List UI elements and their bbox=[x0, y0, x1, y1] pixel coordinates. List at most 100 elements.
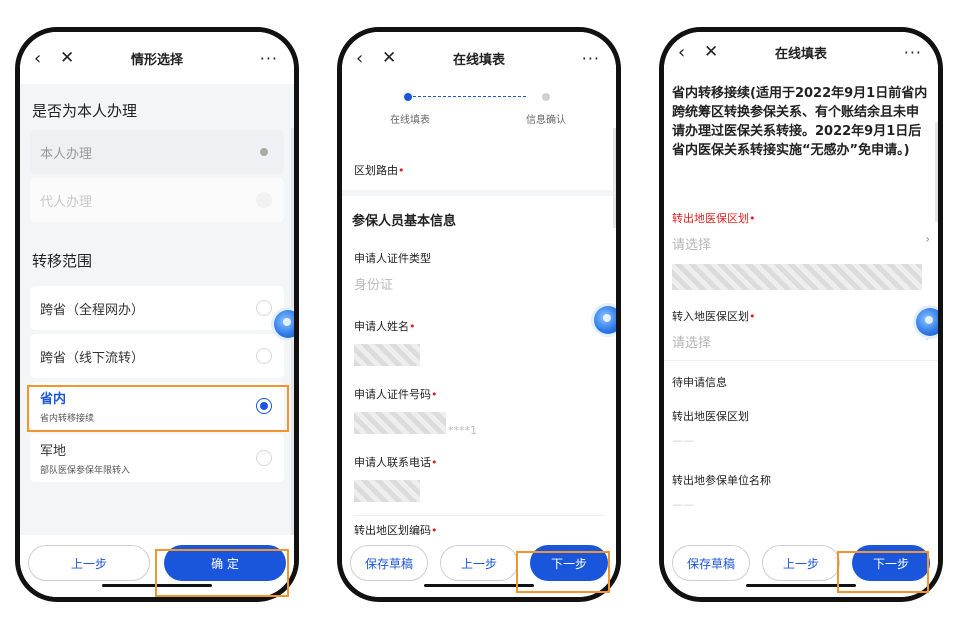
field-label: 申请人联系电话 bbox=[354, 456, 431, 469]
section-title-basic-info: 参保人员基本信息 bbox=[352, 214, 457, 229]
required-mark: • bbox=[431, 388, 438, 401]
radio-icon bbox=[256, 144, 272, 160]
phone-online-form-province: ‹ ✕ 在线填表 ··· 省内转移接续(适用于2022年9月1日前省内跨统筹区转… bbox=[659, 27, 943, 602]
section-title-self: 是否为本人办理 bbox=[32, 102, 138, 120]
pending-section-title: 待申请信息 bbox=[664, 360, 938, 396]
page-body: 省内转移接续(适用于2022年9月1日前省内跨统筹区转换参保关系、有个账结余且未… bbox=[664, 80, 938, 597]
field-label-wrap: 申请人姓名• bbox=[354, 312, 604, 334]
field-value: —— bbox=[672, 434, 694, 447]
option-self[interactable]: 本人办理 bbox=[30, 130, 284, 174]
field-label: 转出地医保区划 bbox=[672, 212, 749, 225]
required-mark: • bbox=[749, 310, 756, 323]
id-suffix: ****1 bbox=[448, 424, 477, 437]
phone-online-form: ‹ ✕ 在线填表 ··· 在线填表 信息确认 区划路由• 参保人员基本信息 申请… bbox=[337, 27, 621, 602]
notice-text: 省内转移接续(适用于2022年9月1日前省内跨统筹区转换参保关系、有个账结余且未… bbox=[672, 86, 928, 158]
field-label: 转出地医保区划 bbox=[672, 410, 749, 423]
more-icon[interactable]: ··· bbox=[904, 43, 922, 62]
step-connector bbox=[408, 96, 526, 97]
field-label: 申请人证件号码 bbox=[354, 388, 431, 401]
page-body: 在线填表 信息确认 区划路由• 参保人员基本信息 申请人证件类型 身份证 申请人… bbox=[342, 84, 616, 597]
scrollbar[interactable] bbox=[935, 122, 938, 222]
required-mark: • bbox=[431, 456, 438, 469]
field-value: —— bbox=[672, 498, 694, 511]
back-icon[interactable]: ‹ bbox=[678, 42, 700, 63]
field-label-wrap: 转出地医保区划• bbox=[672, 210, 930, 226]
option-label: 跨省（全程网办） bbox=[40, 302, 145, 318]
more-icon[interactable]: ··· bbox=[260, 49, 278, 68]
field-id-number[interactable]: 申请人证件号码• ****1 bbox=[342, 380, 616, 448]
option-label: 跨省（线下流转） bbox=[40, 350, 145, 366]
option-label: 代人办理 bbox=[40, 194, 93, 210]
route-row[interactable]: 区划路由• bbox=[342, 154, 616, 190]
step-indicator: 在线填表 信息确认 bbox=[342, 84, 616, 154]
radio-icon bbox=[256, 348, 272, 364]
field-label-wrap: 申请人证件号码• bbox=[354, 380, 604, 402]
field-label: 申请人姓名 bbox=[354, 320, 409, 333]
option-military[interactable]: 军地 部队医保参保年限转入 bbox=[30, 434, 284, 482]
chevron-right-icon: › bbox=[925, 232, 930, 246]
phone-situation-select: ‹ ✕ 情形选择 ··· 是否为本人办理 本人办理 代人办理 转移范围 跨省（全… bbox=[15, 27, 299, 602]
option-label: 军地 bbox=[40, 444, 67, 459]
select-placeholder: 请选择 bbox=[672, 238, 712, 253]
step-active-icon bbox=[404, 93, 412, 101]
field-label: 转入地医保区划 bbox=[672, 310, 749, 323]
scrollbar[interactable] bbox=[291, 128, 294, 568]
field-label: 申请人证件类型 bbox=[354, 252, 431, 265]
option-cross-province-offline[interactable]: 跨省（线下流转） bbox=[30, 334, 284, 378]
field-pending-out-area: 转出地医保区划 —— bbox=[664, 396, 938, 460]
highlight-box-next-2 bbox=[516, 551, 610, 593]
nav-bar: ‹ ✕ 在线填表 ··· bbox=[664, 32, 938, 72]
section-title-range: 转移范围 bbox=[32, 252, 93, 270]
close-icon[interactable]: ✕ bbox=[382, 48, 404, 68]
field-value: 身份证 bbox=[354, 278, 394, 293]
page-body: 是否为本人办理 本人办理 代人办理 转移范围 跨省（全程网办） 跨省（线下流转）… bbox=[20, 84, 294, 597]
back-icon[interactable]: ‹ bbox=[356, 48, 378, 69]
assistant-bubble-icon[interactable] bbox=[916, 308, 938, 336]
prev-button[interactable]: 上一步 bbox=[28, 545, 150, 581]
step-inactive-icon bbox=[542, 93, 550, 101]
required-mark: • bbox=[409, 320, 416, 333]
field-label: 转出地参保单位名称 bbox=[672, 474, 771, 487]
close-icon[interactable]: ✕ bbox=[60, 48, 82, 68]
section-title: 待申请信息 bbox=[672, 376, 727, 389]
option-cross-province-online[interactable]: 跨省（全程网办） bbox=[30, 286, 284, 330]
assistant-bubble-icon[interactable] bbox=[274, 310, 294, 338]
nav-bar: ‹ ✕ 情形选择 ··· bbox=[20, 32, 294, 84]
field-label-wrap: 转入地医保区划• bbox=[672, 308, 930, 324]
scrollbar[interactable] bbox=[613, 128, 616, 228]
field-phone[interactable]: 申请人联系电话• bbox=[342, 448, 616, 516]
field-id-type[interactable]: 申请人证件类型 身份证 bbox=[342, 244, 616, 312]
nav-bar: ‹ ✕ 在线填表 ··· bbox=[342, 32, 616, 84]
radio-icon bbox=[256, 192, 272, 208]
option-label: 本人办理 bbox=[40, 146, 93, 162]
field-applicant-name[interactable]: 申请人姓名• bbox=[342, 312, 616, 380]
radio-icon bbox=[256, 450, 272, 466]
step-label-fill: 在线填表 bbox=[390, 115, 430, 126]
prev-button[interactable]: 上一步 bbox=[762, 545, 840, 581]
highlight-box-next-3 bbox=[837, 551, 929, 593]
field-out-area[interactable]: 转出地医保区划• 请选择 › bbox=[664, 210, 938, 262]
prev-button[interactable]: 上一步 bbox=[440, 545, 518, 581]
step-label-confirm: 信息确认 bbox=[526, 115, 566, 126]
required-mark: • bbox=[749, 212, 756, 225]
redacted-value bbox=[354, 412, 446, 434]
select-placeholder: 请选择 bbox=[672, 336, 712, 351]
field-pending-unit: 转出地参保单位名称 —— bbox=[664, 460, 938, 524]
highlight-box-confirm bbox=[155, 549, 289, 597]
redacted-value bbox=[672, 264, 922, 290]
radio-icon bbox=[256, 300, 272, 316]
field-label-wrap: 申请人联系电话• bbox=[354, 448, 604, 470]
option-sublabel: 部队医保参保年限转入 bbox=[40, 466, 131, 476]
more-icon[interactable]: ··· bbox=[582, 49, 600, 68]
route-label: 区划路由 bbox=[354, 164, 398, 177]
assistant-bubble-icon[interactable] bbox=[594, 306, 616, 334]
save-draft-button[interactable]: 保存草稿 bbox=[672, 545, 750, 581]
back-icon[interactable]: ‹ bbox=[34, 48, 56, 69]
field-in-area[interactable]: 转入地医保区划• 请选择 › bbox=[664, 308, 938, 360]
highlight-box-in-province bbox=[27, 385, 289, 432]
redacted-value bbox=[354, 344, 420, 366]
save-draft-button[interactable]: 保存草稿 bbox=[350, 545, 428, 581]
option-proxy[interactable]: 代人办理 bbox=[30, 178, 284, 222]
close-icon[interactable]: ✕ bbox=[704, 42, 726, 62]
redacted-value bbox=[354, 480, 420, 502]
